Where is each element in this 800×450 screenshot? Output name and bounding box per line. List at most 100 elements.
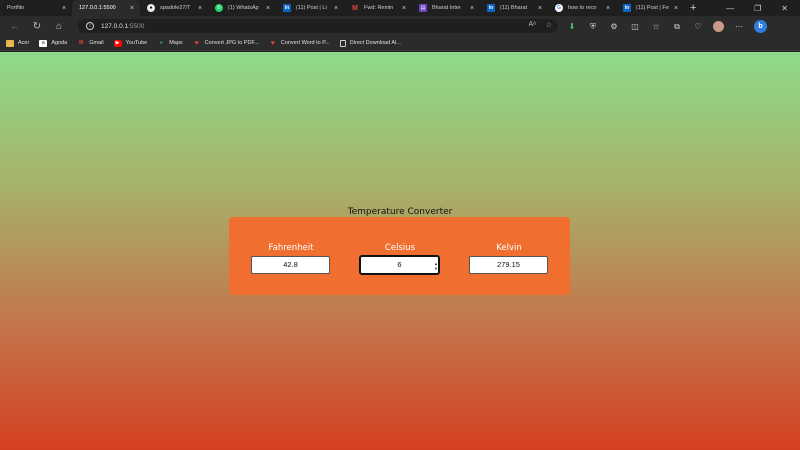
tab-strip: Portfiio × 127.0.0.1:5500 × ● spadole27/… [0,0,800,16]
bookmark-jpg-to-pdf[interactable]: ♥ Convert JPG to PDF... [193,40,259,47]
shield-icon[interactable]: ⛨ [587,21,599,33]
tab-3[interactable]: ✆ (1) WhatsAp × [208,0,276,16]
tab-4[interactable]: in (11) Post | Li × [276,0,344,16]
close-icon[interactable]: × [128,5,136,12]
heart-icon: ♥ [194,39,199,47]
bookmark-label: Convert JPG to PDF... [204,40,259,46]
bookmark-label: Direct Download Al... [349,40,401,46]
favorites-icon[interactable]: ☆ [650,21,662,33]
converter-title: Temperature Converter [347,207,453,217]
tab-title: (11) Post | Fe [636,5,669,11]
close-icon[interactable]: × [468,5,476,12]
bookmark-label: Convert Word to P... [280,40,330,46]
back-icon[interactable]: ← [4,21,26,32]
close-window-icon[interactable]: ✕ [781,4,788,13]
celsius-label: Celsius [384,243,416,253]
converter-card: Fahrenheit Celsius ▲▼ Kelvin [229,217,570,295]
bookmark-agoda[interactable]: a Agoda [39,39,68,47]
maps-icon: ● [159,40,163,46]
favorite-star-icon[interactable]: ☆ [546,21,552,29]
tab-title: Fwd: Remin [364,5,394,11]
tab-2[interactable]: ● spadole27/T × [140,0,208,16]
extension-download-icon[interactable]: ⬇ [566,21,578,33]
url-port: :5500 [128,22,145,30]
fahrenheit-field: Fahrenheit [251,243,331,274]
extensions-icon[interactable]: ⚙ [608,21,620,33]
bookmark-label: Acer [18,40,30,46]
tab-title: 127.0.0.1:5500 [79,5,116,11]
bookmark-maps[interactable]: ● Maps [157,40,183,47]
split-screen-icon[interactable]: ◫ [629,21,641,33]
tab-title: how to reco [568,5,597,11]
kelvin-field: Kelvin [469,243,549,274]
celsius-input[interactable] [359,254,440,275]
bookmark-label: Maps [169,40,183,46]
close-icon[interactable]: × [60,5,68,12]
close-icon[interactable]: × [672,5,680,12]
bookmark-word-to-pdf[interactable]: ♥ Convert Word to P... [269,40,330,47]
refresh-icon[interactable]: ↻ [26,21,48,32]
gmail-icon: M [79,40,84,46]
close-icon[interactable]: × [400,5,408,12]
linkedin-icon: in [487,4,495,12]
profile-avatar[interactable] [713,21,724,32]
linkedin-icon: in [283,4,291,12]
bharat-icon: ▤ [419,4,427,12]
maximize-icon[interactable]: ❐ [754,4,761,13]
tab-title: Portfiio [7,5,25,11]
close-icon[interactable]: × [604,5,612,12]
tab-7[interactable]: in (11) Bharat × [480,0,548,16]
url-host: 127.0.0.1 [101,22,129,30]
bookmark-gmail[interactable]: M Gmail [77,40,103,47]
home-icon[interactable]: ⌂ [48,21,70,32]
tab-9[interactable]: in (11) Post | Fe × [616,0,684,16]
celsius-field: Celsius ▲▼ [359,243,440,275]
tab-1[interactable]: 127.0.0.1:5500 × [72,0,140,16]
more-menu-icon[interactable]: ⋯ [733,21,745,33]
tab-title: (11) Post | Li [296,5,327,11]
page-icon [339,39,346,47]
tab-0[interactable]: Portfiio × [0,0,72,16]
bing-copilot-icon[interactable]: b [754,20,767,33]
fahrenheit-label: Fahrenheit [268,243,314,253]
folder-icon [6,39,14,47]
google-icon: G [555,4,563,12]
agoda-icon: a [39,39,48,47]
minimize-icon[interactable]: — [726,4,734,13]
whatsapp-icon: ✆ [215,4,223,12]
address-bar[interactable]: i 127.0.0.1:5500 Aᵃ ☆ [78,19,558,33]
heart-icon: ♥ [270,39,275,47]
close-icon[interactable]: × [332,5,340,12]
bookmarks-bar: Acer a Agoda M Gmail ▶ YouTube ● Maps ♥ Conve… [0,36,800,51]
page-content: Temperature Converter Fahrenheit Celsius… [0,52,800,450]
bookmark-acer[interactable]: Acer [6,39,30,47]
kelvin-input[interactable] [469,255,548,274]
spinner-arrows-icon[interactable]: ▲ ▼ [434,261,438,271]
bookmark-label: Agoda [51,40,68,46]
bookmark-youtube[interactable]: ▶ YouTube [113,39,148,47]
youtube-icon: ▶ [113,39,122,47]
fahrenheit-input[interactable] [251,255,330,274]
new-tab-icon[interactable]: + [690,2,696,14]
tab-8[interactable]: G how to reco × [548,0,616,16]
read-aloud-icon[interactable]: Aᵃ [528,21,535,29]
browser-essentials-icon[interactable]: ♡ [692,21,704,33]
close-icon[interactable]: × [536,5,544,12]
tab-title: (1) WhatsAp [228,5,259,11]
bookmark-label: Gmail [89,40,104,46]
kelvin-label: Kelvin [496,243,522,253]
close-icon[interactable]: × [264,5,272,12]
info-icon[interactable]: i [86,22,94,30]
tab-5[interactable]: M Fwd: Remin × [344,0,412,16]
close-icon[interactable]: × [196,5,204,12]
tab-title: Bharat Inter [432,5,461,11]
collections-icon[interactable]: ⧉ [671,21,683,33]
bookmark-label: YouTube [125,40,148,46]
tab-6[interactable]: ▤ Bharat Inter × [412,0,480,16]
github-icon: ● [147,4,155,12]
linkedin-icon: in [623,4,631,12]
browser-toolbar: ← ↻ ⌂ i 127.0.0.1:5500 Aᵃ ☆ ⬇ ⛨ ⚙ ◫ ☆ ⧉ … [0,16,800,36]
tab-title: (11) Bharat [500,5,528,11]
gmail-icon: M [352,4,358,12]
bookmark-direct-download[interactable]: Direct Download Al... [339,39,401,47]
